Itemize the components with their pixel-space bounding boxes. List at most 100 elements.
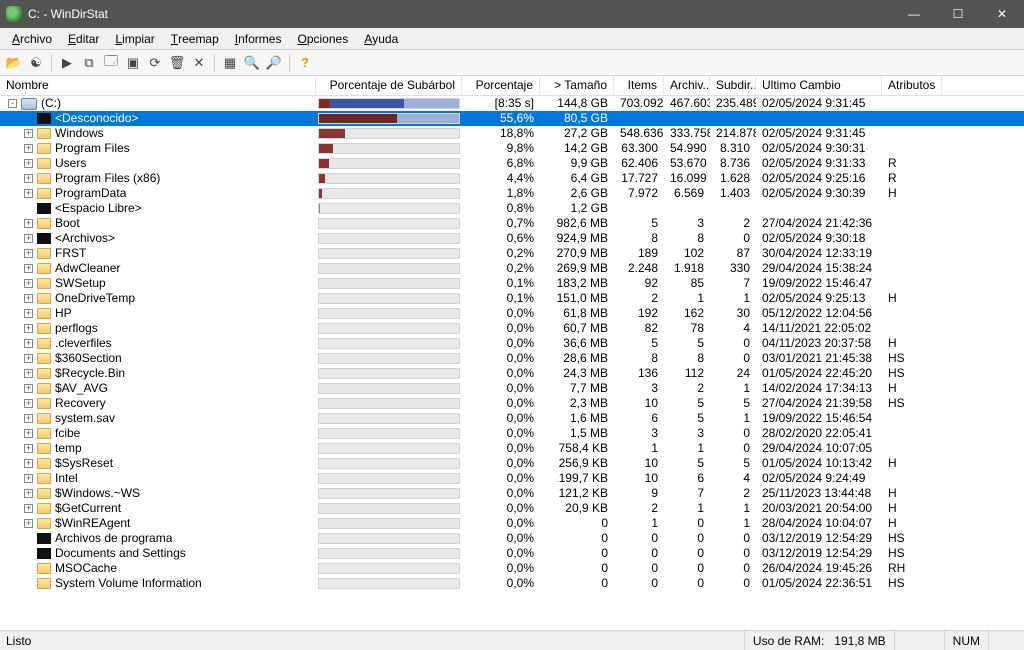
open-icon[interactable]: 📂 bbox=[4, 53, 24, 73]
expander-icon[interactable]: + bbox=[24, 129, 33, 138]
header-name[interactable]: Nombre bbox=[0, 76, 316, 95]
menu-informes[interactable]: Informes bbox=[227, 28, 290, 49]
header-items[interactable]: Items bbox=[614, 76, 664, 95]
table-row[interactable]: +Intel0,0%199,7 KB106402/05/2024 9:24:49 bbox=[0, 471, 1024, 486]
menu-opciones[interactable]: Opciones bbox=[289, 28, 356, 49]
expander-icon[interactable]: + bbox=[24, 414, 33, 423]
maximize-button[interactable]: ☐ bbox=[936, 0, 980, 28]
expander-icon[interactable]: + bbox=[24, 279, 33, 288]
delete-icon[interactable]: 🗑 bbox=[167, 53, 187, 73]
menu-archivo[interactable]: Archivo bbox=[4, 28, 60, 49]
expander-icon[interactable]: + bbox=[24, 219, 33, 228]
expander-icon[interactable]: + bbox=[24, 459, 33, 468]
table-row[interactable]: +HP0,0%61,8 MB1921623005/12/2022 12:04:5… bbox=[0, 306, 1024, 321]
refresh-icon[interactable]: ☯ bbox=[26, 53, 46, 73]
header-subdirs[interactable]: Subdir... bbox=[710, 76, 756, 95]
expander-icon[interactable]: + bbox=[24, 519, 33, 528]
table-row[interactable]: +ProgramData1,8%2,6 GB7.9726.5691.40302/… bbox=[0, 186, 1024, 201]
expander-icon[interactable]: + bbox=[24, 159, 33, 168]
explorer-icon[interactable]: 🗔 bbox=[101, 53, 121, 73]
subtree-bar bbox=[318, 428, 460, 439]
treemap-icon[interactable]: ▦ bbox=[220, 53, 240, 73]
drive-row[interactable]: -(C:)[8:35 s]144,8 GB703.092467.603235.4… bbox=[0, 96, 1024, 111]
cancel-icon[interactable]: ✕ bbox=[189, 53, 209, 73]
folder-icon bbox=[37, 248, 51, 259]
header-files[interactable]: Archiv... bbox=[664, 76, 710, 95]
table-row[interactable]: +Boot0,7%982,6 MB53227/04/2024 21:42:36 bbox=[0, 216, 1024, 231]
table-row[interactable]: +$SysReset0,0%256,9 KB105501/05/2024 10:… bbox=[0, 456, 1024, 471]
table-row[interactable]: +$360Section0,0%28,6 MB88003/01/2021 21:… bbox=[0, 351, 1024, 366]
menu-ayuda[interactable]: Ayuda bbox=[356, 28, 406, 49]
header-percent[interactable]: Porcentaje bbox=[462, 76, 540, 95]
table-row[interactable]: +system.sav0,0%1,6 MB65119/09/2022 15:46… bbox=[0, 411, 1024, 426]
header-size[interactable]: > Tamaño bbox=[540, 76, 614, 95]
table-row[interactable]: Documents and Settings0,0%000003/12/2019… bbox=[0, 546, 1024, 561]
menu-editar[interactable]: Editar bbox=[60, 28, 107, 49]
expander-icon[interactable]: + bbox=[24, 174, 33, 183]
expander-icon[interactable]: + bbox=[24, 234, 33, 243]
table-row[interactable]: MSOCache0,0%000026/04/2024 19:45:26RH bbox=[0, 561, 1024, 576]
table-row[interactable]: +FRST0,2%270,9 MB1891028730/04/2024 12:3… bbox=[0, 246, 1024, 261]
expander-icon[interactable]: + bbox=[24, 339, 33, 348]
cmd-icon[interactable]: ▣ bbox=[123, 53, 143, 73]
expander-icon[interactable]: + bbox=[24, 369, 33, 378]
copy-icon[interactable]: ⧉ bbox=[79, 53, 99, 73]
expander-icon[interactable]: + bbox=[24, 144, 33, 153]
close-button[interactable]: ✕ bbox=[980, 0, 1024, 28]
table-row[interactable]: +Recovery0,0%2,3 MB105527/04/2024 21:39:… bbox=[0, 396, 1024, 411]
expander-icon[interactable]: + bbox=[24, 264, 33, 273]
play-icon[interactable]: ▶ bbox=[57, 53, 77, 73]
table-row[interactable]: +AdwCleaner0,2%269,9 MB2.2481.91833029/0… bbox=[0, 261, 1024, 276]
toolbar: 📂 ☯ ▶ ⧉ 🗔 ▣ ⟳ 🗑 ✕ ▦ 🔍 🔎 ? bbox=[0, 50, 1024, 76]
expander-icon[interactable]: + bbox=[24, 309, 33, 318]
expander-icon[interactable]: - bbox=[8, 99, 17, 108]
expander-icon bbox=[24, 534, 33, 543]
expander-icon[interactable]: + bbox=[24, 294, 33, 303]
table-row[interactable]: +$Recycle.Bin0,0%24,3 MB1361122401/05/20… bbox=[0, 366, 1024, 381]
table-row[interactable]: +Windows18,8%27,2 GB548.636333.758214.87… bbox=[0, 126, 1024, 141]
table-row[interactable]: +$WinREAgent0,0%010128/04/2024 10:04:07H bbox=[0, 516, 1024, 531]
expander-icon[interactable]: + bbox=[24, 384, 33, 393]
subtree-bar bbox=[318, 533, 460, 544]
table-row[interactable]: <Espacio Libre>0,8%1,2 GB bbox=[0, 201, 1024, 216]
folder-icon bbox=[37, 563, 51, 574]
table-row[interactable]: +.cleverfiles0,0%36,6 MB55004/11/2023 20… bbox=[0, 336, 1024, 351]
table-row[interactable]: +temp0,0%758,4 KB11029/04/2024 10:07:05 bbox=[0, 441, 1024, 456]
expander-icon[interactable]: + bbox=[24, 504, 33, 513]
table-row[interactable]: System Volume Information0,0%000001/05/2… bbox=[0, 576, 1024, 591]
menu-treemap[interactable]: Treemap bbox=[163, 28, 227, 49]
expander-icon[interactable]: + bbox=[24, 489, 33, 498]
zoomout-icon[interactable]: 🔎 bbox=[264, 53, 284, 73]
table-row[interactable]: +$GetCurrent0,0%20,9 KB21120/03/2021 20:… bbox=[0, 501, 1024, 516]
expander-icon[interactable]: + bbox=[24, 429, 33, 438]
table-row[interactable]: +Users6,8%9,9 GB62.40653.6708.73602/05/2… bbox=[0, 156, 1024, 171]
expander-icon[interactable]: + bbox=[24, 474, 33, 483]
minimize-button[interactable]: — bbox=[892, 0, 936, 28]
table-row[interactable]: +$AV_AVG0,0%7,7 MB32114/02/2024 17:34:13… bbox=[0, 381, 1024, 396]
expander-icon[interactable]: + bbox=[24, 399, 33, 408]
table-row[interactable]: +SWSetup0,1%183,2 MB9285719/09/2022 15:4… bbox=[0, 276, 1024, 291]
reload-icon[interactable]: ⟳ bbox=[145, 53, 165, 73]
header-subtree[interactable]: Porcentaje de Subárbol bbox=[316, 76, 462, 95]
table-row[interactable]: +Program Files9,8%14,2 GB63.30054.9908.3… bbox=[0, 141, 1024, 156]
table-row[interactable]: +OneDriveTemp0,1%151,0 MB21102/05/2024 9… bbox=[0, 291, 1024, 306]
table-row[interactable]: Archivos de programa0,0%000003/12/2019 1… bbox=[0, 531, 1024, 546]
subtree-bar bbox=[318, 563, 460, 574]
table-row[interactable]: <Desconocido>55,6%80,5 GB bbox=[0, 111, 1024, 126]
table-row[interactable]: +Program Files (x86)4,4%6,4 GB17.72716.0… bbox=[0, 171, 1024, 186]
table-row[interactable]: +$Windows.~WS0,0%121,2 KB97225/11/2023 1… bbox=[0, 486, 1024, 501]
expander-icon[interactable]: + bbox=[24, 354, 33, 363]
expander-icon[interactable]: + bbox=[24, 444, 33, 453]
table-row[interactable]: +<Archivos>0,6%924,9 MB88002/05/2024 9:3… bbox=[0, 231, 1024, 246]
table-row[interactable]: +perflogs0,0%60,7 MB8278414/11/2021 22:0… bbox=[0, 321, 1024, 336]
zoom-icon[interactable]: 🔍 bbox=[242, 53, 262, 73]
expander-icon[interactable]: + bbox=[24, 324, 33, 333]
menu-limpiar[interactable]: Limpiar bbox=[107, 28, 162, 49]
expander-icon[interactable]: + bbox=[24, 249, 33, 258]
table-row[interactable]: +fcibe0,0%1,5 MB33028/02/2020 22:05:41 bbox=[0, 426, 1024, 441]
header-attr[interactable]: Atributos bbox=[882, 76, 942, 95]
help-icon[interactable]: ? bbox=[295, 53, 315, 73]
header-date[interactable]: Ultimo Cambio bbox=[756, 76, 882, 95]
unknown-icon bbox=[37, 203, 51, 214]
expander-icon[interactable]: + bbox=[24, 189, 33, 198]
